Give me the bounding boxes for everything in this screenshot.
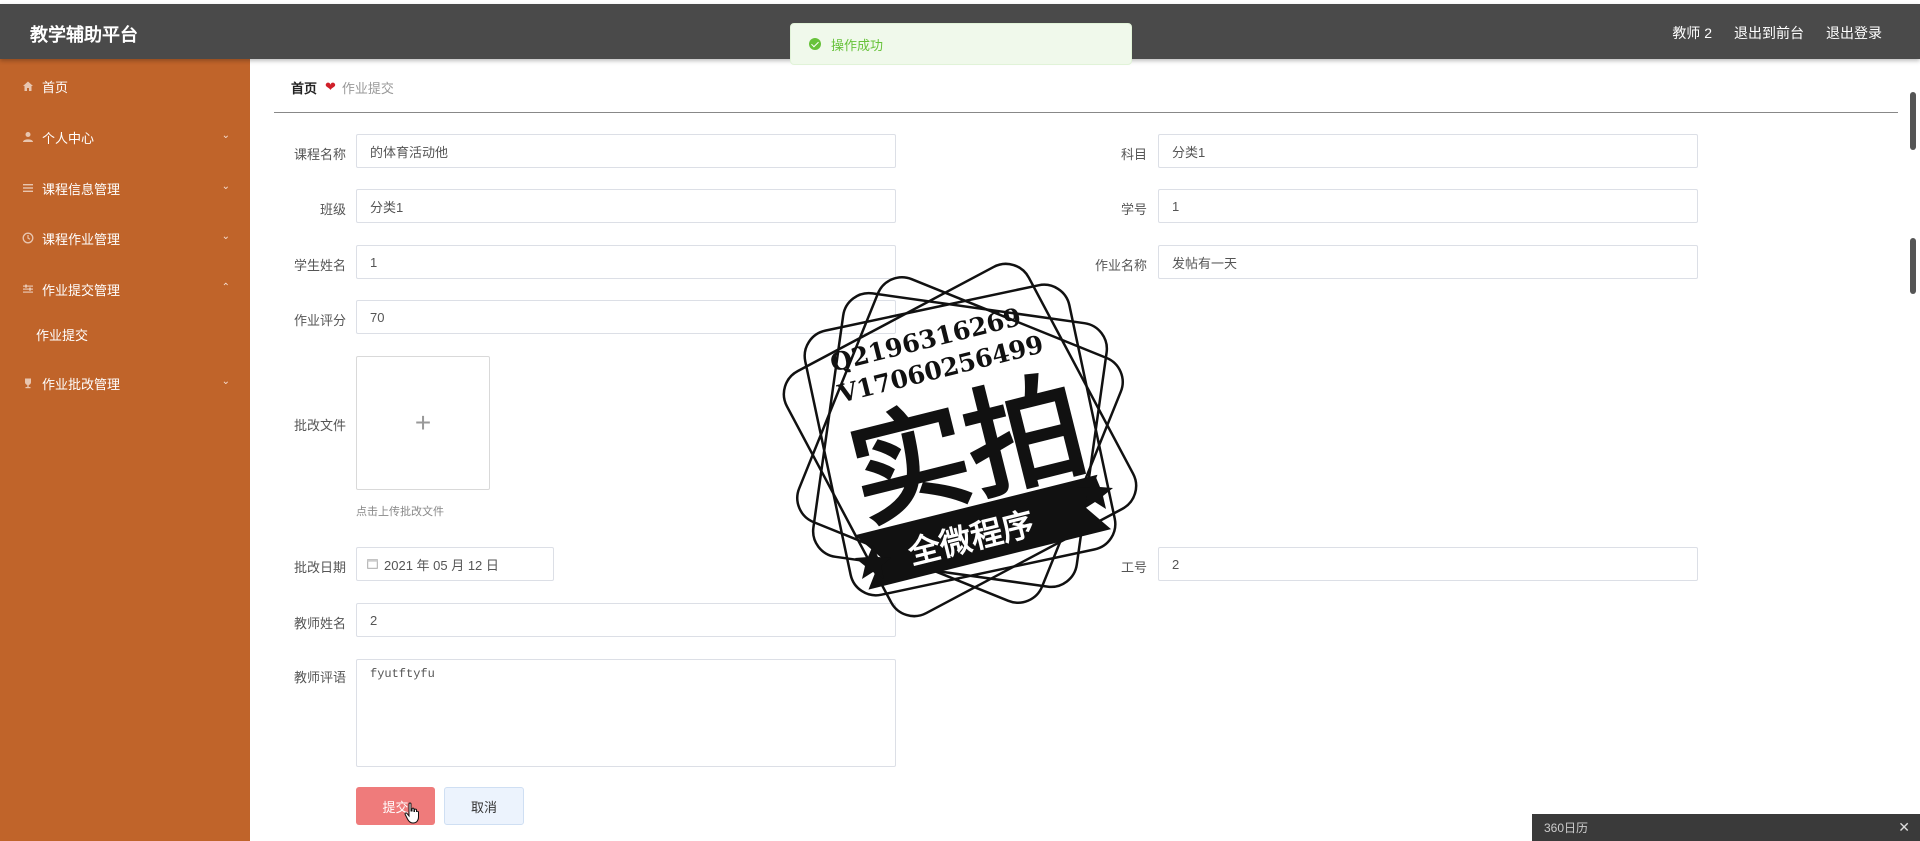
home-icon — [22, 80, 34, 92]
sidebar-subitem-label: 作业提交 — [36, 327, 89, 343]
sidebar-item-course-info[interactable]: 课程信息管理 ⌄ — [0, 171, 250, 205]
review-date-label: 批改日期 — [293, 560, 346, 575]
homework-name-input[interactable]: 发帖有一天 — [1158, 245, 1698, 279]
list-icon — [22, 182, 34, 194]
course-name-label: 课程名称 — [293, 147, 346, 162]
check-circle-icon — [809, 38, 821, 50]
calendar-widget-title: 360日历 — [1544, 821, 1589, 835]
homework-name-label: 作业名称 — [1094, 258, 1147, 273]
user-icon — [22, 131, 34, 143]
subject-label: 科目 — [1120, 147, 1147, 162]
heart-icon: ❤ — [325, 79, 336, 94]
cancel-button[interactable]: 取消 — [444, 787, 524, 825]
sidebar-item-submission-management[interactable]: 作业提交管理 ⌃ — [0, 272, 250, 306]
upload-tip: 点击上传批改文件 — [356, 506, 444, 518]
hand-cursor-icon — [404, 802, 419, 824]
teacher-no-label: 工号 — [1120, 560, 1147, 575]
breadcrumb-home[interactable]: 首页 — [291, 78, 317, 97]
student-no-input[interactable]: 1 — [1158, 189, 1698, 223]
watermark-line2: V17060256499 — [834, 330, 1046, 409]
sidebar: 首页 个人中心 ⌄ 课程信息管理 ⌄ 课程作业管理 ⌄ 作业提交管理 ⌃ 作业提… — [0, 59, 250, 841]
clock-icon — [22, 232, 34, 244]
calendar-icon — [367, 557, 378, 572]
sidebar-subitem-homework-submit[interactable]: 作业提交 — [0, 317, 250, 351]
sidebar-item-label: 作业提交管理 — [42, 282, 121, 298]
student-no-label: 学号 — [1120, 202, 1147, 217]
chevron-down-icon: ⌄ — [221, 376, 230, 387]
exit-to-front-link[interactable]: 退出到前台 — [1734, 23, 1804, 43]
sidebar-item-label: 个人中心 — [42, 130, 95, 146]
sidebar-item-review-management[interactable]: 作业批改管理 ⌄ — [0, 366, 250, 400]
teacher-comment-label: 教师评语 — [293, 670, 346, 685]
sidebar-item-label: 首页 — [42, 79, 69, 95]
review-date-value: 2021 年 05 月 12 日 — [384, 557, 499, 573]
student-name-input[interactable]: 1 — [356, 245, 896, 279]
chevron-up-icon: ⌃ — [221, 282, 230, 293]
class-label: 班级 — [319, 202, 346, 217]
teacher-name-input[interactable]: 2 — [356, 603, 896, 637]
sidebar-item-label: 课程信息管理 — [42, 181, 121, 197]
scrollbar-thumb[interactable] — [1910, 238, 1916, 294]
class-input[interactable]: 分类1 — [356, 189, 896, 223]
trophy-icon — [22, 377, 34, 389]
close-icon[interactable]: ✕ — [1898, 819, 1910, 836]
watermark-ribbon: 全微程序 — [903, 504, 1037, 572]
success-toast: 操作成功 — [790, 23, 1132, 65]
sidebar-item-profile[interactable]: 个人中心 ⌄ — [0, 120, 250, 154]
toast-message: 操作成功 — [831, 37, 884, 53]
top-right-menu: 教师 2 退出到前台 退出登录 — [1672, 23, 1882, 43]
plus-icon: + — [414, 407, 432, 438]
score-input[interactable]: 70 — [356, 300, 896, 334]
sliders-icon — [22, 283, 34, 295]
upload-file-button[interactable]: + — [356, 356, 490, 490]
sidebar-item-label: 课程作业管理 — [42, 231, 121, 247]
teacher-name-label: 教师姓名 — [293, 616, 346, 631]
current-user[interactable]: 教师 2 — [1672, 23, 1712, 43]
chevron-down-icon: ⌄ — [221, 130, 230, 141]
chevron-down-icon: ⌄ — [221, 231, 230, 242]
breadcrumb: 首页 ❤ 作业提交 — [274, 62, 1898, 113]
app-title: 教学辅助平台 — [30, 25, 138, 45]
logout-link[interactable]: 退出登录 — [1826, 23, 1882, 43]
sidebar-item-course-homework[interactable]: 课程作业管理 ⌄ — [0, 221, 250, 255]
submit-button[interactable]: 提交 — [356, 787, 435, 825]
score-label: 作业评分 — [293, 313, 346, 328]
teacher-no-input[interactable]: 2 — [1158, 547, 1698, 581]
student-name-label: 学生姓名 — [293, 258, 346, 273]
subject-input[interactable]: 分类1 — [1158, 134, 1698, 168]
teacher-comment-textarea[interactable]: fyutftyfu — [356, 659, 896, 767]
calendar-widget-bar[interactable]: 360日历 ✕ — [1532, 814, 1920, 841]
review-date-picker[interactable]: 2021 年 05 月 12 日 — [356, 547, 554, 581]
sidebar-item-label: 作业批改管理 — [42, 376, 121, 392]
review-file-label: 批改文件 — [293, 418, 346, 433]
course-name-input[interactable]: 的体育活动他 — [356, 134, 896, 168]
chevron-down-icon: ⌄ — [221, 181, 230, 192]
sidebar-item-home[interactable]: 首页 — [0, 69, 250, 103]
scrollbar-thumb-top[interactable] — [1910, 92, 1916, 150]
watermark-main: 实拍 — [837, 355, 1099, 546]
breadcrumb-current: 作业提交 — [341, 80, 394, 96]
